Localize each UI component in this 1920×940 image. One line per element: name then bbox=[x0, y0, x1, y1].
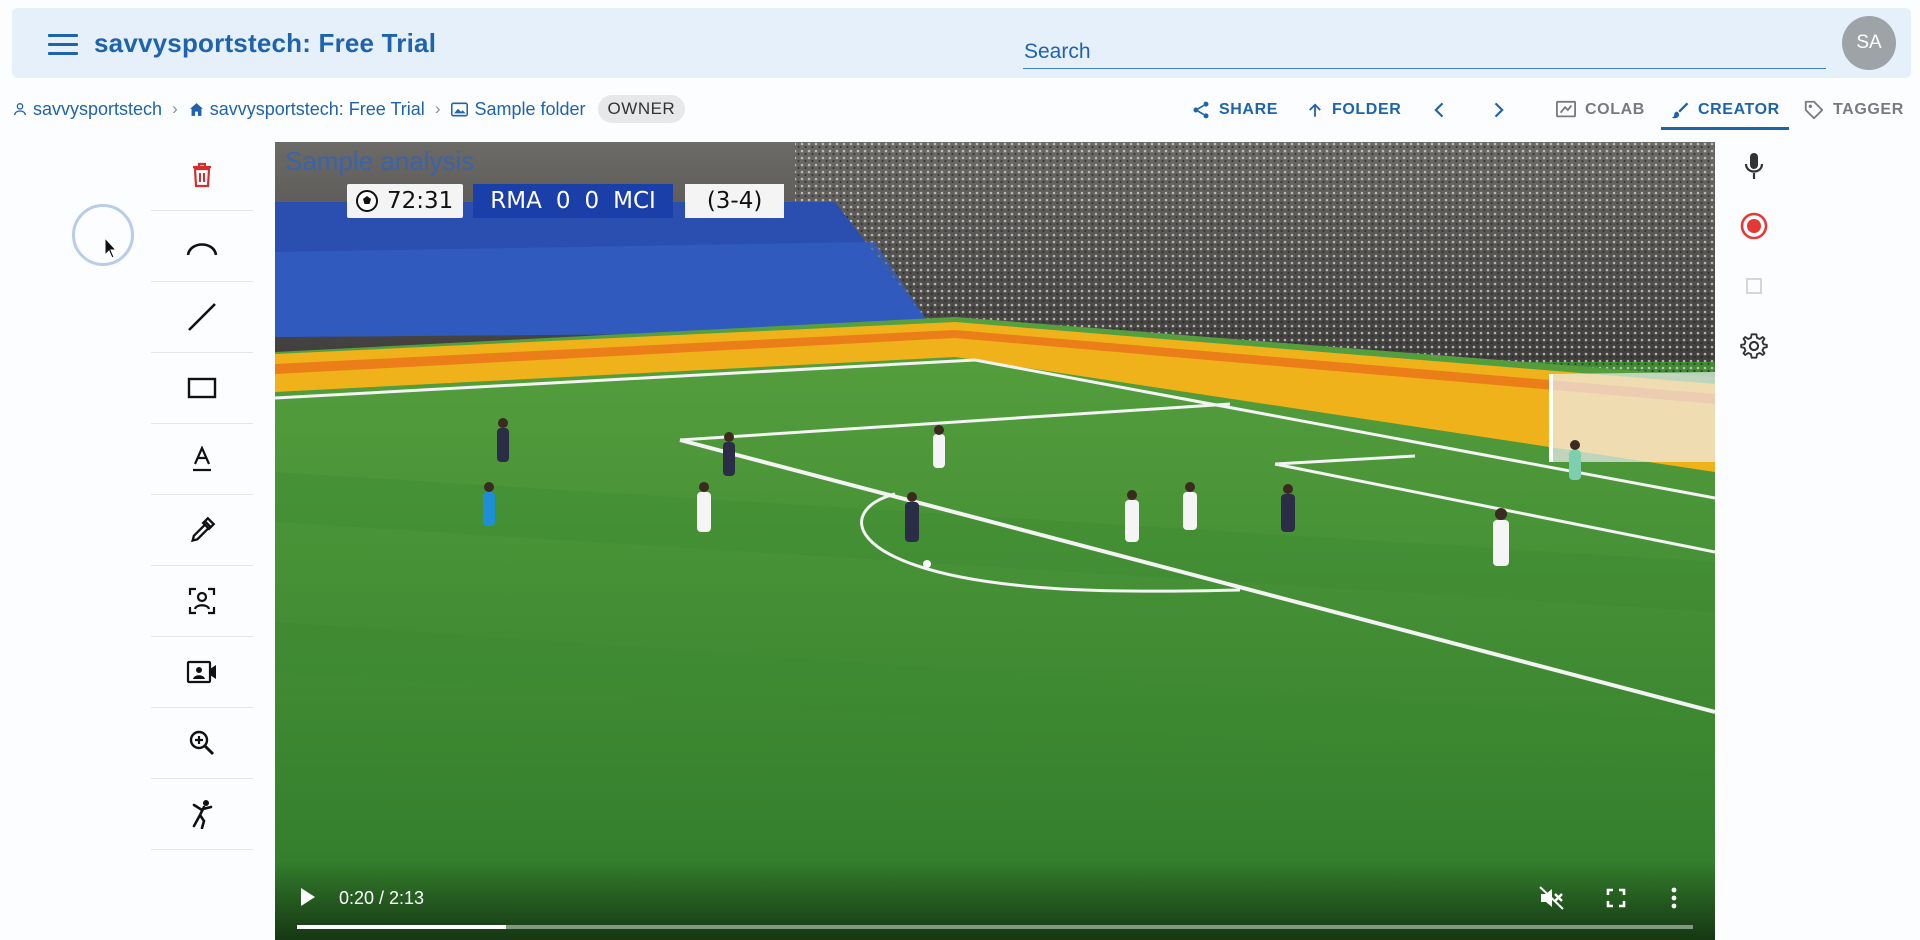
next-button[interactable] bbox=[1488, 96, 1516, 124]
clock-text: 72:31 bbox=[387, 188, 454, 214]
tab-colab[interactable]: COLAB bbox=[1555, 96, 1645, 124]
breadcrumb-separator: › bbox=[172, 99, 178, 118]
brush-icon bbox=[1671, 102, 1689, 119]
mouse-pointer-icon bbox=[104, 237, 118, 259]
arc-tool[interactable] bbox=[151, 211, 253, 282]
overlay-title: Sample analysis bbox=[285, 146, 475, 176]
rectangle-icon bbox=[187, 377, 217, 399]
record-button[interactable] bbox=[1737, 209, 1771, 243]
zoom-tool[interactable] bbox=[151, 708, 253, 779]
active-tab-indicator bbox=[1661, 127, 1789, 130]
gear-icon bbox=[1740, 333, 1768, 359]
fullscreen-button[interactable] bbox=[1606, 888, 1626, 913]
share-label: SHARE bbox=[1219, 101, 1279, 118]
arrow-up-icon bbox=[1309, 103, 1321, 117]
cursor-highlight bbox=[72, 204, 134, 266]
match-clock: 72:31 bbox=[347, 184, 464, 218]
app-title: savvysportstech: Free Trial bbox=[94, 28, 437, 58]
play-icon bbox=[301, 888, 315, 906]
stop-button[interactable] bbox=[1737, 269, 1771, 303]
time-display: 0:20 / 2:13 bbox=[339, 888, 425, 908]
colab-icon bbox=[1556, 100, 1576, 118]
record-icon bbox=[1740, 212, 1768, 240]
more-options-button[interactable] bbox=[1670, 886, 1678, 915]
eyedropper-icon bbox=[191, 516, 216, 543]
chevron-right-icon bbox=[1494, 102, 1504, 118]
breadcrumb: savvysportstech › savvysportstech: Free … bbox=[12, 94, 686, 124]
seek-bar-progress bbox=[297, 925, 507, 929]
rectangle-tool[interactable] bbox=[151, 353, 253, 424]
microphone-icon bbox=[1744, 153, 1764, 179]
drawing-palette bbox=[151, 140, 253, 850]
player-highlight-tool[interactable] bbox=[151, 566, 253, 637]
text-icon bbox=[193, 446, 211, 472]
color-picker-tool[interactable] bbox=[151, 495, 253, 566]
app-bar: savvysportstech: Free Trial SA bbox=[12, 8, 1911, 78]
menu-icon[interactable] bbox=[48, 34, 78, 58]
volume-muted-icon bbox=[1539, 886, 1564, 910]
person-icon bbox=[14, 103, 26, 116]
home-icon bbox=[189, 102, 203, 116]
colab-label: COLAB bbox=[1585, 101, 1645, 118]
breadcrumb-label: Sample folder bbox=[474, 98, 586, 119]
tab-creator[interactable]: CREATOR bbox=[1670, 96, 1780, 124]
owner-badge: OWNER bbox=[597, 95, 686, 123]
text-tool[interactable] bbox=[151, 424, 253, 495]
microphone-button[interactable] bbox=[1737, 149, 1771, 183]
away-score: 0 bbox=[584, 188, 600, 214]
scorebug: 72:31 RMA 0 0 MCI (3-4) bbox=[347, 184, 785, 218]
home-score: 0 bbox=[555, 188, 571, 214]
previous-button[interactable] bbox=[1430, 96, 1458, 124]
line-icon bbox=[188, 303, 216, 331]
aggregate-score: (3-4) bbox=[684, 184, 785, 218]
arc-icon bbox=[186, 243, 218, 256]
breadcrumb-item-folder[interactable]: Sample folder bbox=[450, 98, 586, 120]
tagger-label: TAGGER bbox=[1833, 101, 1904, 118]
avatar[interactable]: SA bbox=[1842, 16, 1896, 70]
zoom-in-icon bbox=[189, 730, 215, 756]
video-player[interactable]: Sample analysis 72:31 RMA 0 0 MCI (3-4) … bbox=[275, 142, 1715, 940]
mute-button[interactable] bbox=[1539, 886, 1565, 915]
breadcrumb-item-account[interactable]: savvysportstech bbox=[12, 99, 162, 120]
video-frame bbox=[275, 142, 1715, 940]
video-clip-tool[interactable] bbox=[151, 637, 253, 708]
share-icon bbox=[1193, 101, 1209, 119]
delete-tool[interactable] bbox=[151, 140, 253, 211]
chevron-left-icon bbox=[1434, 102, 1444, 118]
share-button[interactable]: SHARE bbox=[1191, 96, 1278, 124]
football-icon bbox=[356, 190, 378, 212]
seek-bar[interactable] bbox=[297, 925, 1693, 929]
creator-label: CREATOR bbox=[1698, 101, 1780, 118]
breadcrumb-label: savvysportstech: Free Trial bbox=[209, 98, 425, 119]
away-team: MCI bbox=[613, 188, 656, 214]
play-button[interactable] bbox=[299, 886, 317, 913]
score-panel: RMA 0 0 MCI bbox=[473, 184, 673, 218]
stop-icon bbox=[1746, 278, 1762, 294]
breadcrumb-label: savvysportstech bbox=[33, 98, 163, 119]
trash-icon bbox=[193, 162, 211, 188]
search-input[interactable] bbox=[1023, 30, 1827, 70]
skeleton-tool[interactable] bbox=[151, 779, 253, 850]
tab-tagger[interactable]: TAGGER bbox=[1803, 96, 1904, 124]
kick-figure-icon bbox=[192, 800, 213, 829]
folder-up-button[interactable]: FOLDER bbox=[1306, 96, 1401, 124]
fullscreen-icon bbox=[1606, 888, 1626, 908]
video-card-icon bbox=[186, 660, 216, 684]
tag-icon bbox=[1804, 100, 1824, 120]
person-focus-icon bbox=[188, 587, 216, 615]
breadcrumb-item-workspace[interactable]: savvysportstech: Free Trial bbox=[188, 99, 425, 120]
breadcrumb-separator: › bbox=[434, 99, 441, 118]
search-field[interactable] bbox=[1023, 30, 1827, 70]
video-controls: 0:20 / 2:13 bbox=[275, 860, 1715, 940]
more-vertical-icon bbox=[1671, 887, 1677, 909]
image-folder-icon bbox=[451, 102, 469, 116]
folder-label: FOLDER bbox=[1332, 101, 1402, 118]
home-team: RMA bbox=[490, 188, 542, 214]
settings-button[interactable] bbox=[1737, 329, 1771, 363]
line-tool[interactable] bbox=[151, 282, 253, 353]
